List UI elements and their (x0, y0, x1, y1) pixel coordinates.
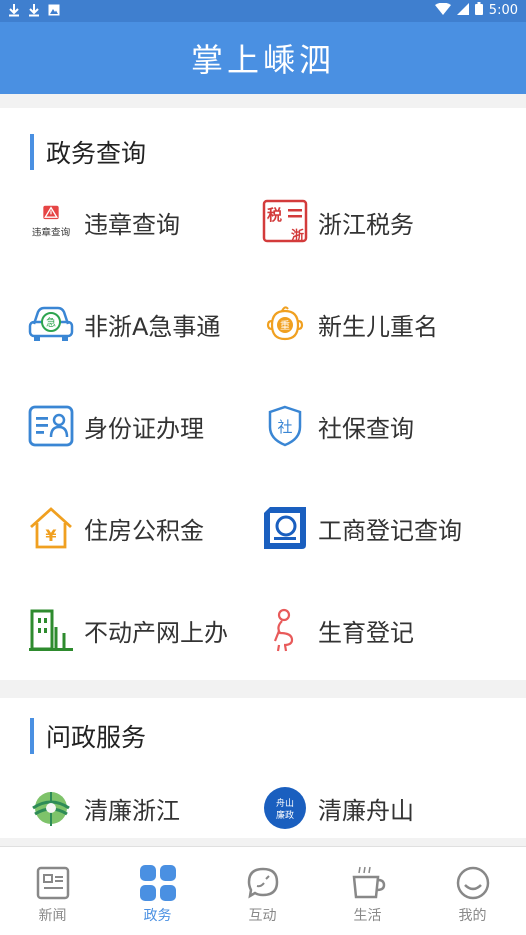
download-icon (8, 3, 20, 21)
download-icon (28, 3, 40, 21)
clean-zhejiang-item[interactable]: 清廉浙江 (28, 778, 180, 838)
item-label: 清廉舟山 (318, 796, 414, 825)
item-label: 住房公积金 (84, 516, 204, 545)
icon-text: 舟山 (276, 797, 294, 809)
section-title: 政务查询 (46, 139, 147, 168)
section-accent-bar (30, 134, 34, 170)
smile-icon (453, 863, 493, 903)
housing-fund-item[interactable]: ¥ 住房公积金 (28, 498, 204, 558)
tax-icon: 税 浙 (262, 199, 308, 245)
social-security-icon: 社 (262, 403, 308, 449)
tab-news[interactable]: 新闻 (0, 847, 105, 935)
app-title: 掌上嵊泗 (190, 41, 335, 79)
chat-icon (243, 863, 283, 903)
signal-icon (456, 2, 469, 19)
gov-grid-icon (138, 863, 178, 903)
zhejiang-tax-item[interactable]: 税 浙 浙江税务 (262, 192, 414, 252)
zhoushan-logo-icon: 舟山 廉政 (262, 785, 308, 831)
item-label: 身份证办理 (84, 414, 204, 443)
tab-label: 生活 (353, 908, 382, 924)
id-card-icon (28, 403, 74, 449)
news-icon (33, 863, 73, 903)
icon-text: ¥ (45, 526, 56, 545)
section-header: 政务查询 (30, 134, 146, 170)
item-label: 新生儿重名 (318, 312, 438, 341)
tab-label: 新闻 (38, 908, 67, 924)
tab-interaction[interactable]: 互动 (210, 847, 315, 935)
birth-registration-item[interactable]: 生育登记 (262, 600, 414, 660)
pregnancy-icon (262, 607, 308, 653)
section-header: 问政服务 (30, 718, 146, 754)
zhejiang-logo-icon (28, 785, 74, 831)
building-icon (28, 607, 74, 653)
non-zhejiang-a-item[interactable]: 急 非浙A急事通 (28, 294, 220, 354)
tab-label: 互动 (248, 908, 277, 924)
tab-label: 政务 (143, 908, 172, 924)
gov-query-section: 政务查询 违章查询 违章查询 税 浙 浙江税务 急 非浙A急事通 重 新生儿重名… (0, 108, 526, 680)
item-label: 浙江税务 (318, 210, 414, 239)
section-accent-bar (30, 718, 34, 754)
app-header: 掌上嵊泗 (0, 22, 526, 94)
bottom-tab-bar: 新闻 政务 互动 生活 我的 (0, 846, 526, 935)
clean-zhoushan-item[interactable]: 舟山 廉政 清廉舟山 (262, 778, 414, 838)
icon-text: 廉政 (276, 809, 294, 821)
icon-caption: 违章查询 (32, 226, 71, 238)
item-label: 生育登记 (318, 618, 414, 647)
tab-government[interactable]: 政务 (105, 847, 210, 935)
car-icon: 急 (28, 301, 74, 347)
violation-query-item[interactable]: 违章查询 违章查询 (28, 192, 180, 252)
item-label: 不动产网上办 (84, 618, 228, 647)
social-security-item[interactable]: 社 社保查询 (262, 396, 414, 456)
newborn-duplicate-name-item[interactable]: 重 新生儿重名 (262, 294, 438, 354)
icon-text: 浙 (291, 228, 304, 244)
traffic-violation-icon: 违章查询 (28, 199, 74, 245)
item-label: 违章查询 (84, 210, 180, 239)
real-estate-online-item[interactable]: 不动产网上办 (28, 600, 228, 660)
tab-mine[interactable]: 我的 (420, 847, 525, 935)
baby-icon: 重 (262, 301, 308, 347)
battery-icon (474, 2, 483, 19)
business-registration-item[interactable]: 工商登记查询 (262, 498, 462, 558)
system-status: 5:00 (434, 2, 518, 19)
ask-gov-section: 问政服务 清廉浙江 舟山 廉政 清廉舟山 (0, 698, 526, 838)
icon-text: 急 (46, 316, 56, 329)
item-label: 工商登记查询 (318, 516, 462, 545)
house-fund-icon: ¥ (28, 505, 74, 551)
item-label: 非浙A急事通 (84, 312, 221, 341)
tab-label: 我的 (458, 908, 487, 924)
icon-text: 社 (277, 418, 292, 436)
business-registration-icon (262, 505, 308, 551)
image-icon (48, 4, 60, 20)
status-bar: 5:00 (0, 0, 526, 22)
id-card-item[interactable]: 身份证办理 (28, 396, 204, 456)
item-label: 清廉浙江 (84, 796, 180, 825)
wifi-icon (434, 2, 451, 19)
coffee-icon (348, 863, 388, 903)
icon-text: 重 (280, 319, 290, 332)
icon-text: 税 (267, 206, 282, 224)
status-time: 5:00 (488, 3, 518, 18)
tab-life[interactable]: 生活 (315, 847, 420, 935)
section-title: 问政服务 (46, 723, 147, 752)
notification-icons (8, 3, 60, 21)
item-label: 社保查询 (318, 414, 414, 443)
